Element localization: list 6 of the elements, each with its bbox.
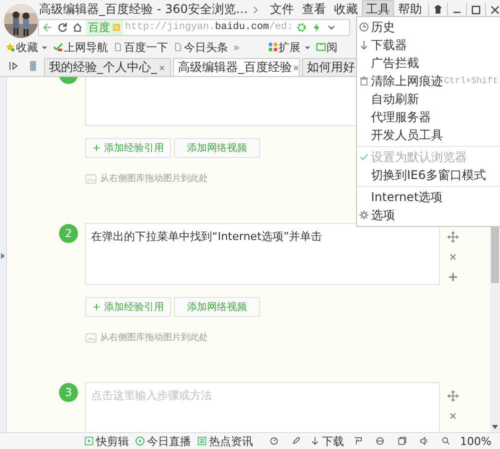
window-title: 高级编辑器_百度经验 - 360安全浏览…	[39, 1, 249, 18]
step-number: 2	[59, 224, 78, 243]
step-number: 3	[59, 383, 78, 402]
image-drop-hint: 从右侧图库拖动图片到此处	[100, 332, 208, 344]
image-drop-hint: 从右侧图库拖动图片到此处	[100, 172, 208, 185]
url-text: http://jingyan.baidu.com/ed:	[125, 22, 294, 33]
